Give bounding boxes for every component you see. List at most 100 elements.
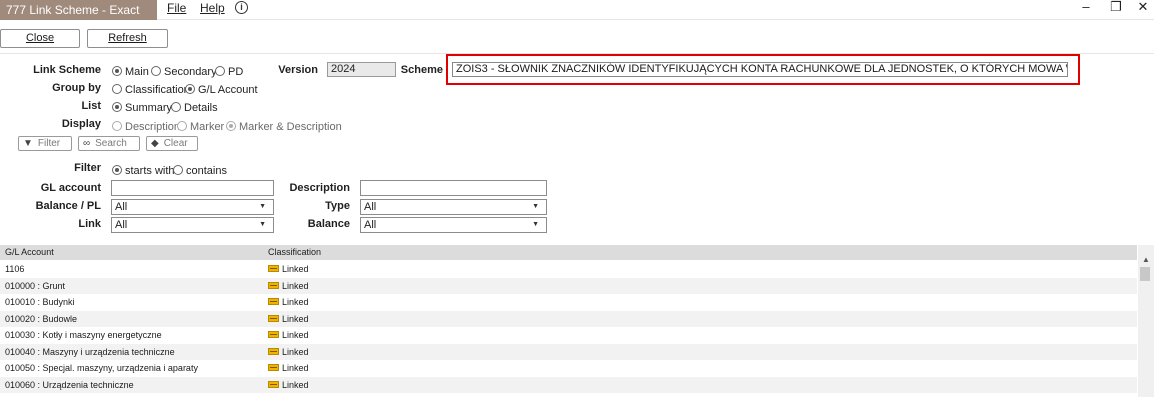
minimize-icon[interactable]: –: [1076, 0, 1096, 16]
chevron-down-icon: ▼: [259, 203, 266, 210]
radio-gl-account[interactable]: G/L Account: [185, 84, 258, 96]
balance-select[interactable]: All ▼: [360, 217, 547, 233]
filter-button[interactable]: ▼ Filter: [18, 136, 72, 151]
link-icon: [268, 364, 279, 371]
type-label: Type: [325, 200, 350, 212]
classification-cell: Linked: [268, 261, 309, 277]
balance-pl-select[interactable]: All ▼: [111, 199, 274, 215]
balance-pl-label: Balance / PL: [35, 200, 101, 212]
scheme-field[interactable]: ZOIS3 - SŁOWNIK ZNACZNIKÓW IDENTYFIKUJĄC…: [452, 62, 1068, 77]
chevron-down-icon: ▼: [259, 221, 266, 228]
gl-account-label: GL account: [40, 182, 101, 194]
chevron-down-icon: ▼: [532, 221, 539, 228]
table-row[interactable]: 1106 Linked: [0, 261, 1137, 278]
column-header-classification[interactable]: Classification: [268, 245, 321, 260]
link-label: Link: [78, 218, 101, 230]
radio-indicator: [112, 121, 122, 131]
group-by-label: Group by: [52, 82, 101, 94]
version-label: Version: [278, 64, 318, 76]
classification-cell: Linked: [268, 344, 309, 360]
scheme-label: Scheme: [400, 64, 443, 76]
link-icon: [268, 380, 279, 388]
radio-indicator: [112, 102, 122, 112]
classification-cell: Linked: [268, 278, 309, 294]
table-row[interactable]: 010010 : Budynki Linked: [0, 294, 1137, 311]
radio-marker: Marker: [177, 121, 224, 133]
eraser-icon: ◆: [151, 138, 159, 149]
account-cell: 1106: [5, 264, 25, 274]
list-label: List: [81, 100, 101, 112]
link-select[interactable]: All ▼: [111, 217, 274, 233]
account-cell: 010000 : Grunt: [5, 280, 66, 291]
funnel-icon: ▼: [23, 138, 33, 149]
table-row[interactable]: 010000 : Grunt Linked: [0, 277, 1137, 294]
account-cell: 010060 : Urządzenia techniczne: [5, 379, 134, 390]
classification-cell: Linked: [268, 377, 309, 393]
radio-indicator: [185, 84, 195, 94]
radio-indicator: [171, 102, 181, 112]
radio-secondary[interactable]: Secondary: [151, 66, 217, 78]
chevron-down-icon: ▼: [532, 203, 539, 210]
classification-cell: Linked: [268, 294, 309, 310]
scrollbar-thumb[interactable]: [1140, 267, 1150, 281]
link-icon: [268, 331, 279, 338]
description-label: Description: [289, 182, 350, 194]
table-row[interactable]: 010020 : Budowle Linked: [0, 310, 1137, 327]
version-field: 2024: [327, 62, 396, 77]
link-icon: [268, 281, 279, 289]
radio-classification[interactable]: Classification: [112, 84, 190, 96]
radio-pd[interactable]: PD: [215, 66, 243, 78]
gl-account-input[interactable]: [111, 180, 274, 196]
radio-indicator: [112, 84, 122, 94]
title-bar: 777 Link Scheme - Exact File Help i – ❐ …: [0, 0, 1154, 20]
table-row[interactable]: 010030 : Kotły i maszyny energetyczne Li…: [0, 327, 1137, 344]
info-icon[interactable]: i: [235, 1, 248, 14]
vertical-scrollbar[interactable]: ▲: [1138, 245, 1154, 397]
filter-label: Filter: [74, 162, 101, 174]
radio-summary[interactable]: Summary: [112, 102, 172, 114]
radio-contains[interactable]: contains: [173, 165, 227, 177]
description-input[interactable]: [360, 180, 547, 196]
table-row[interactable]: 010060 : Urządzenia techniczne Linked: [0, 376, 1137, 393]
radio-indicator: [112, 165, 122, 175]
clear-button[interactable]: ◆ Clear: [146, 136, 198, 151]
radio-indicator: [226, 121, 236, 131]
account-cell: 010020 : Budowle: [5, 313, 78, 324]
radio-marker-description: Marker & Description: [226, 121, 342, 133]
scroll-up-icon[interactable]: ▲: [1142, 255, 1150, 264]
type-select[interactable]: All ▼: [360, 199, 547, 215]
radio-indicator: [173, 165, 183, 175]
link-icon: [268, 265, 279, 272]
search-button[interactable]: ∞ Search: [78, 136, 140, 151]
table-row[interactable]: 010050 : Specjal. maszyny, urządzenia i …: [0, 360, 1137, 377]
menu-help[interactable]: Help: [200, 0, 225, 20]
radio-indicator: [151, 66, 161, 76]
close-button[interactable]: Close: [0, 29, 80, 48]
menu-file[interactable]: File: [167, 0, 186, 20]
link-scheme-label: Link Scheme: [33, 64, 101, 76]
classification-cell: Linked: [268, 327, 309, 343]
link-icon: [268, 347, 279, 355]
refresh-button[interactable]: Refresh: [87, 29, 168, 48]
table-row[interactable]: 010040 : Maszyny i urządzenia techniczne…: [0, 343, 1137, 360]
radio-starts-with[interactable]: starts with: [112, 165, 175, 177]
radio-description: Description: [112, 121, 180, 133]
column-header-gl-account[interactable]: G/L Account: [5, 245, 54, 260]
link-icon: [268, 298, 279, 305]
binoculars-icon: ∞: [83, 138, 91, 149]
window-title: 777 Link Scheme - Exact: [0, 0, 157, 20]
classification-cell: Linked: [268, 360, 309, 376]
account-cell: 010010 : Budynki: [5, 297, 75, 307]
restore-icon[interactable]: ❐: [1106, 0, 1126, 16]
account-cell: 010040 : Maszyny i urządzenia techniczne: [5, 346, 175, 357]
radio-indicator: [215, 66, 225, 76]
grid-header: G/L Account Classification: [0, 245, 1137, 260]
balance-label: Balance: [307, 218, 350, 230]
close-icon[interactable]: ✕: [1133, 0, 1153, 16]
account-cell: 010050 : Specjal. maszyny, urządzenia i …: [5, 363, 198, 373]
radio-details[interactable]: Details: [171, 102, 218, 114]
radio-main[interactable]: Main: [112, 66, 149, 78]
account-cell: 010030 : Kotły i maszyny energetyczne: [5, 330, 162, 340]
display-label: Display: [61, 118, 101, 130]
radio-indicator: [112, 66, 122, 76]
